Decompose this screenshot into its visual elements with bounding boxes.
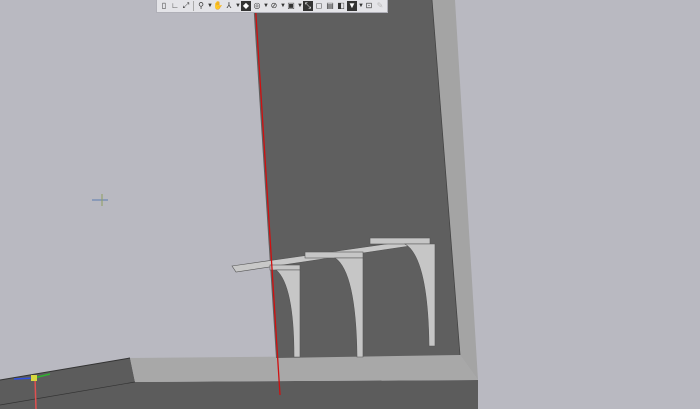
pencil-icon[interactable]: ✎ xyxy=(375,1,385,11)
perspective-icon[interactable]: ⤡ xyxy=(303,1,313,11)
snap-icon[interactable]: ⊡ xyxy=(364,1,374,11)
filter-icon[interactable]: ▼ xyxy=(347,1,357,11)
shaded-display-icon[interactable]: ◆ xyxy=(241,1,251,11)
rotate-icon[interactable]: ⅄ xyxy=(224,1,234,11)
floor-slab xyxy=(0,355,478,409)
chevron-down-icon[interactable]: ▼ xyxy=(358,3,364,9)
3d-viewport[interactable] xyxy=(0,0,700,409)
chevron-down-icon[interactable]: ▼ xyxy=(263,3,269,9)
hide-icon[interactable]: ⊘ xyxy=(269,1,279,11)
frame-icon[interactable]: ◻ xyxy=(314,1,324,11)
panel-icon[interactable]: ▯ xyxy=(159,1,169,11)
section-icon[interactable]: ▣ xyxy=(286,1,296,11)
view-toolbar: ▯ ∟ ⤢ ⚲ ▼ ✋ ⅄ ▼ ◆ ◎ ▼ ⊘ ▼ ▣ ▼ ⤡ ◻ ▤ ◧ ▼ … xyxy=(156,0,388,13)
orientation-icon[interactable]: ∟ xyxy=(170,1,180,11)
pan-icon[interactable]: ✋ xyxy=(213,1,223,11)
properties-icon[interactable]: ◧ xyxy=(336,1,346,11)
chevron-down-icon[interactable]: ▼ xyxy=(207,3,213,9)
toolbar-separator xyxy=(193,1,194,11)
zoom-icon[interactable]: ⚲ xyxy=(196,1,206,11)
wall xyxy=(253,0,478,380)
layers-icon[interactable]: ▤ xyxy=(325,1,335,11)
display-mode-icon[interactable]: ◎ xyxy=(252,1,262,11)
chevron-down-icon[interactable]: ▼ xyxy=(235,3,241,9)
chevron-down-icon[interactable]: ▼ xyxy=(297,3,303,9)
chevron-down-icon[interactable]: ▼ xyxy=(280,3,286,9)
cursor-crosshair-icon xyxy=(92,194,108,206)
zoom-fit-icon[interactable]: ⤢ xyxy=(181,1,191,11)
